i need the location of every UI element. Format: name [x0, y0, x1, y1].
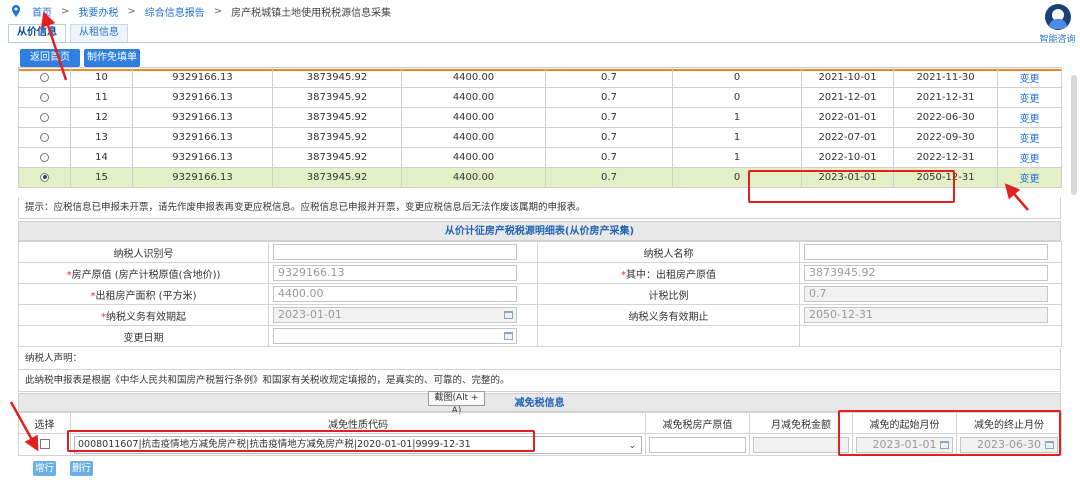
- arrow-to-tab: [40, 11, 68, 81]
- annotation-arrows: [9, 11, 1029, 452]
- arrow-to-change-link: [1004, 183, 1029, 211]
- page: 首页 > 我要办税 > 综合信息报告 > 房产税城镇土地使用税税源信息采集 智能…: [0, 0, 1080, 483]
- arrow-to-checkbox: [9, 401, 39, 452]
